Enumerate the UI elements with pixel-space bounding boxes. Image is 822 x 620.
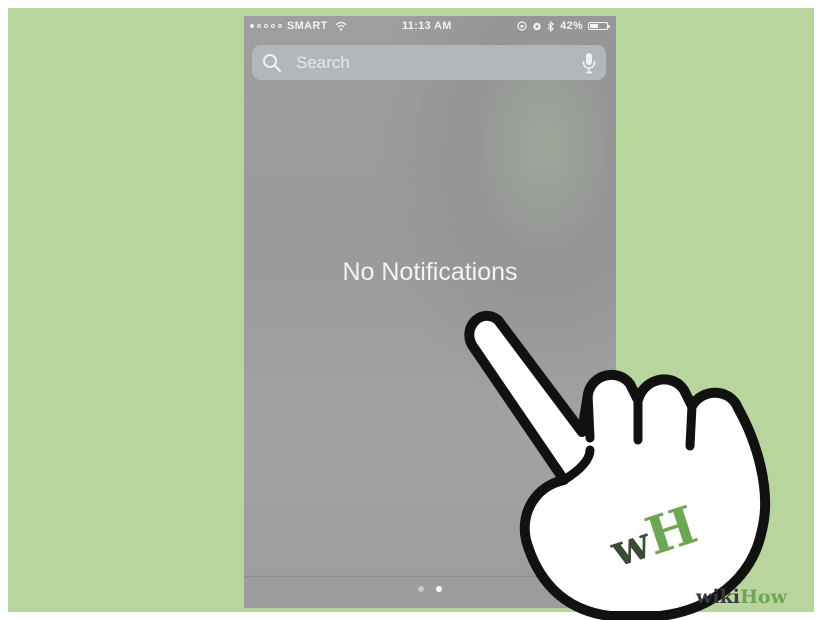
no-notifications-message: No Notifications bbox=[342, 258, 518, 286]
signal-dot bbox=[257, 24, 261, 28]
signal-dot bbox=[271, 24, 275, 28]
microphone-icon[interactable] bbox=[582, 52, 596, 74]
status-bar-right: 42% bbox=[517, 20, 610, 32]
signal-dot bbox=[278, 24, 282, 28]
search-bar[interactable] bbox=[252, 45, 606, 80]
battery-icon bbox=[588, 22, 610, 30]
signal-dot bbox=[264, 24, 268, 28]
page-dot[interactable] bbox=[418, 586, 424, 592]
bluetooth-icon bbox=[547, 20, 554, 32]
battery-percentage: 42% bbox=[560, 20, 583, 32]
wikihow-watermark: wikiHow bbox=[696, 586, 787, 608]
status-bar-left: SMART bbox=[250, 20, 347, 32]
signal-strength-icon bbox=[250, 24, 254, 28]
rotation-lock-icon bbox=[517, 21, 527, 31]
search-icon bbox=[263, 54, 282, 73]
battery-fill bbox=[590, 24, 598, 28]
status-bar: SMART 11:13 AM 42% bbox=[244, 16, 616, 38]
pointing-hand-icon: w H bbox=[464, 310, 770, 620]
carrier-name: SMART bbox=[287, 20, 328, 32]
status-time: 11:13 AM bbox=[402, 20, 452, 32]
wifi-icon bbox=[335, 21, 347, 31]
wikihow-how: How bbox=[739, 586, 787, 608]
search-input[interactable] bbox=[294, 51, 568, 75]
alarm-icon bbox=[533, 22, 541, 31]
wikihow-wiki: wiki bbox=[696, 586, 740, 608]
